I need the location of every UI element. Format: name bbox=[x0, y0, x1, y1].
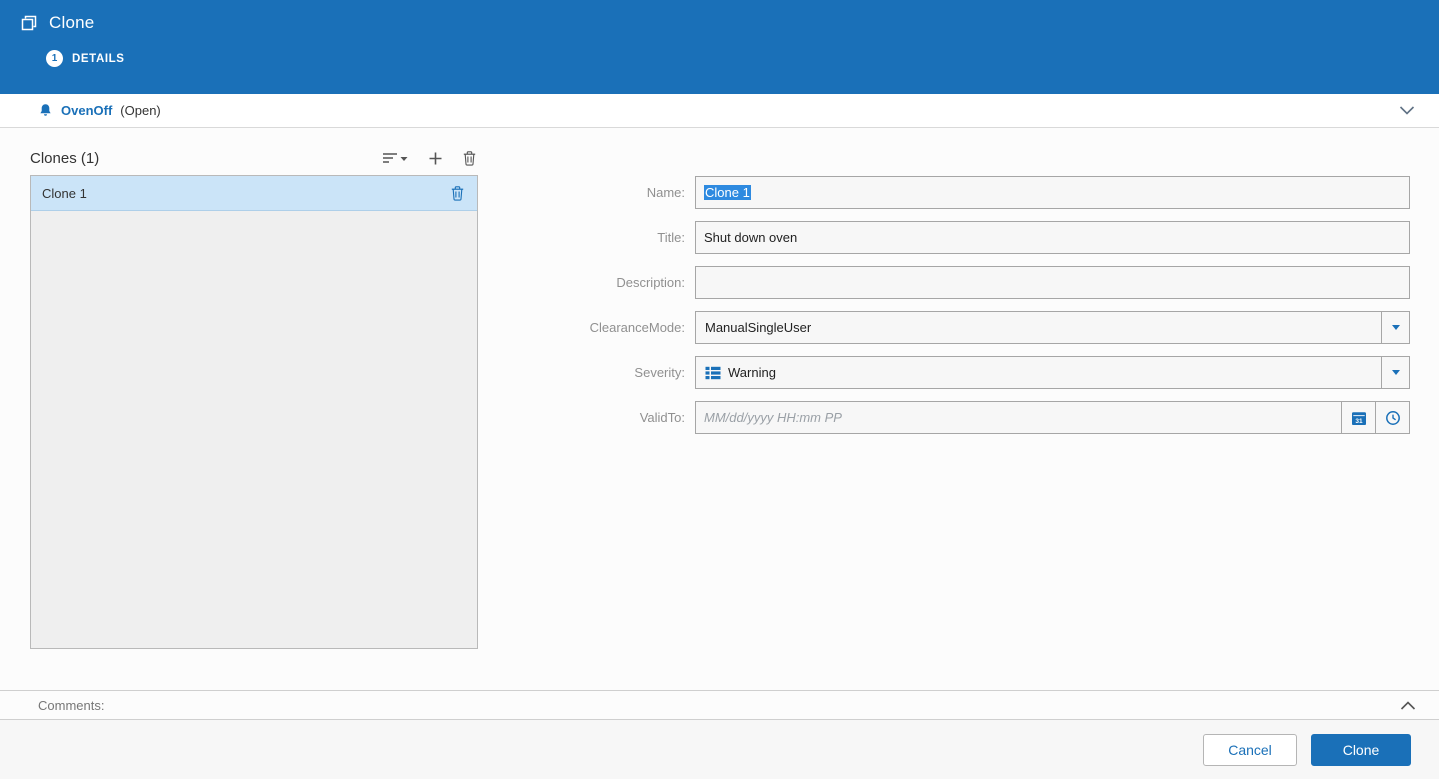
caret-down-icon bbox=[1391, 370, 1400, 375]
chevron-up-icon[interactable] bbox=[1397, 698, 1419, 713]
comments-section-header[interactable]: Comments: bbox=[0, 690, 1439, 720]
form-row-description: Description: bbox=[520, 266, 1410, 299]
form-row-title: Title: bbox=[520, 221, 1410, 254]
alarm-name: OvenOff bbox=[61, 103, 113, 118]
severity-dropdown-button[interactable] bbox=[1381, 357, 1409, 388]
form-row-valid-to: ValidTo: 31 bbox=[520, 401, 1410, 434]
alarm-summary-bar: OvenOff (Open) bbox=[0, 94, 1439, 128]
trash-icon[interactable] bbox=[449, 184, 466, 203]
clones-panel-title: Clones (1) bbox=[30, 149, 100, 167]
chevron-down-icon[interactable] bbox=[1395, 102, 1419, 119]
clone-button[interactable]: Clone bbox=[1311, 733, 1411, 766]
name-label: Name: bbox=[646, 185, 685, 200]
title-input[interactable] bbox=[695, 221, 1410, 254]
bell-icon bbox=[38, 103, 53, 118]
clones-list: Clone 1 bbox=[30, 175, 478, 649]
svg-text:31: 31 bbox=[1355, 418, 1363, 425]
calendar-icon: 31 bbox=[1351, 410, 1367, 426]
alarm-status: (Open) bbox=[120, 103, 161, 118]
time-picker-button[interactable] bbox=[1375, 402, 1409, 433]
title-label: Title: bbox=[657, 230, 685, 245]
step-number-badge: 1 bbox=[46, 50, 63, 67]
wizard-step-details[interactable]: 1 DETAILS bbox=[0, 50, 1439, 67]
clones-panel: Clones (1) Clone 1 bbox=[30, 145, 478, 649]
cancel-button[interactable]: Cancel bbox=[1203, 733, 1297, 766]
caret-down-icon bbox=[1391, 325, 1400, 330]
dialog-footer: Cancel Clone bbox=[0, 720, 1439, 779]
valid-to-input[interactable] bbox=[696, 402, 1341, 433]
valid-to-group: 31 bbox=[695, 401, 1410, 434]
clearance-mode-select[interactable]: ManualSingleUser bbox=[695, 311, 1410, 344]
clearance-mode-label: ClearanceMode: bbox=[589, 320, 685, 335]
description-label: Description: bbox=[616, 275, 685, 290]
name-input[interactable]: Clone 1 bbox=[695, 176, 1410, 209]
name-input-selected-text: Clone 1 bbox=[704, 185, 751, 200]
list-item-label: Clone 1 bbox=[42, 185, 87, 201]
comments-label: Comments: bbox=[38, 697, 105, 713]
form-row-severity: Severity: Warning bbox=[520, 356, 1410, 389]
delete-clone-button[interactable] bbox=[461, 149, 478, 168]
add-clone-button[interactable] bbox=[426, 149, 445, 168]
form-row-name: Name: Clone 1 bbox=[520, 176, 1410, 209]
clearance-mode-value: ManualSingleUser bbox=[705, 320, 812, 335]
severity-icon bbox=[705, 366, 721, 380]
list-item-clone-1[interactable]: Clone 1 bbox=[31, 176, 477, 211]
clone-details-form: Name: Clone 1 Title: Description: Cleara… bbox=[520, 176, 1410, 446]
clone-icon bbox=[20, 14, 38, 32]
page-title: Clone bbox=[49, 13, 95, 32]
clearance-mode-dropdown-button[interactable] bbox=[1381, 312, 1409, 343]
description-input[interactable] bbox=[695, 266, 1410, 299]
dialog-header: Clone 1 DETAILS bbox=[0, 0, 1439, 94]
severity-label: Severity: bbox=[634, 365, 685, 380]
calendar-picker-button[interactable]: 31 bbox=[1341, 402, 1375, 433]
clock-icon bbox=[1385, 410, 1401, 426]
severity-select[interactable]: Warning bbox=[695, 356, 1410, 389]
severity-value: Warning bbox=[728, 365, 776, 380]
valid-to-label: ValidTo: bbox=[639, 410, 685, 425]
step-label: DETAILS bbox=[72, 52, 125, 65]
main-content: Clones (1) Clone 1 Name: Clone 1 Title: … bbox=[0, 128, 1439, 690]
sort-filter-button[interactable] bbox=[379, 148, 410, 168]
form-row-clearance-mode: ClearanceMode: ManualSingleUser bbox=[520, 311, 1410, 344]
